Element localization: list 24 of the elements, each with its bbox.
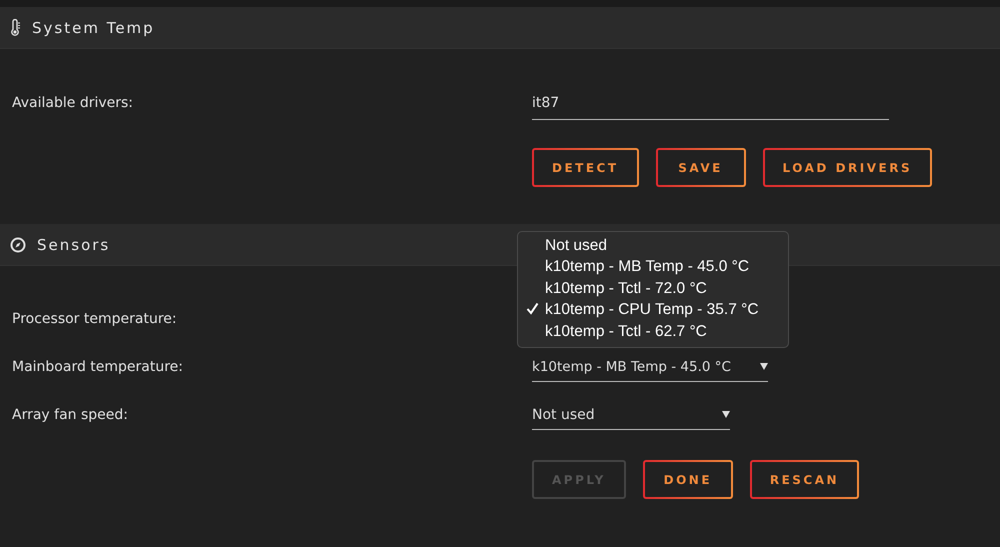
action-button[interactable]: RESCAN [750, 460, 860, 499]
field-label: Available drivers: [12, 95, 134, 111]
section-title: System Temp [32, 18, 155, 36]
dropdown-option[interactable]: k10temp - CPU Temp - 35.7 °C [518, 300, 788, 321]
compass-icon [10, 236, 26, 252]
dropdown-option[interactable]: k10temp - MB Temp - 45.0 °C [518, 256, 788, 278]
action-button[interactable]: DETECT [532, 148, 639, 187]
action-button[interactable]: SAVE [656, 148, 746, 187]
caret-icon [722, 411, 730, 418]
dropdown-option[interactable]: Not used [518, 235, 788, 256]
thermometer-icon [10, 19, 21, 36]
field-label: Mainboard temperature: [12, 359, 184, 375]
dropdown-option[interactable]: k10temp - Tctl - 62.7 °C [518, 321, 788, 342]
action-button[interactable]: LOAD DRIVERS [762, 148, 932, 187]
action-button[interactable]: DONE [642, 460, 733, 499]
dropdown-option[interactable]: k10temp - Tctl - 72.0 °C [518, 278, 788, 300]
field-label: Processor temperature: [12, 311, 178, 327]
select-field[interactable]: Not used [532, 400, 730, 430]
field-label: Array fan speed: [12, 407, 129, 423]
driver-input[interactable]: it87 [532, 95, 889, 120]
select-field[interactable]: k10temp - MB Temp - 45.0 °C [532, 352, 768, 382]
caret-icon [760, 363, 768, 370]
checkmark-icon [526, 302, 539, 316]
section-title: Sensors [37, 236, 110, 254]
